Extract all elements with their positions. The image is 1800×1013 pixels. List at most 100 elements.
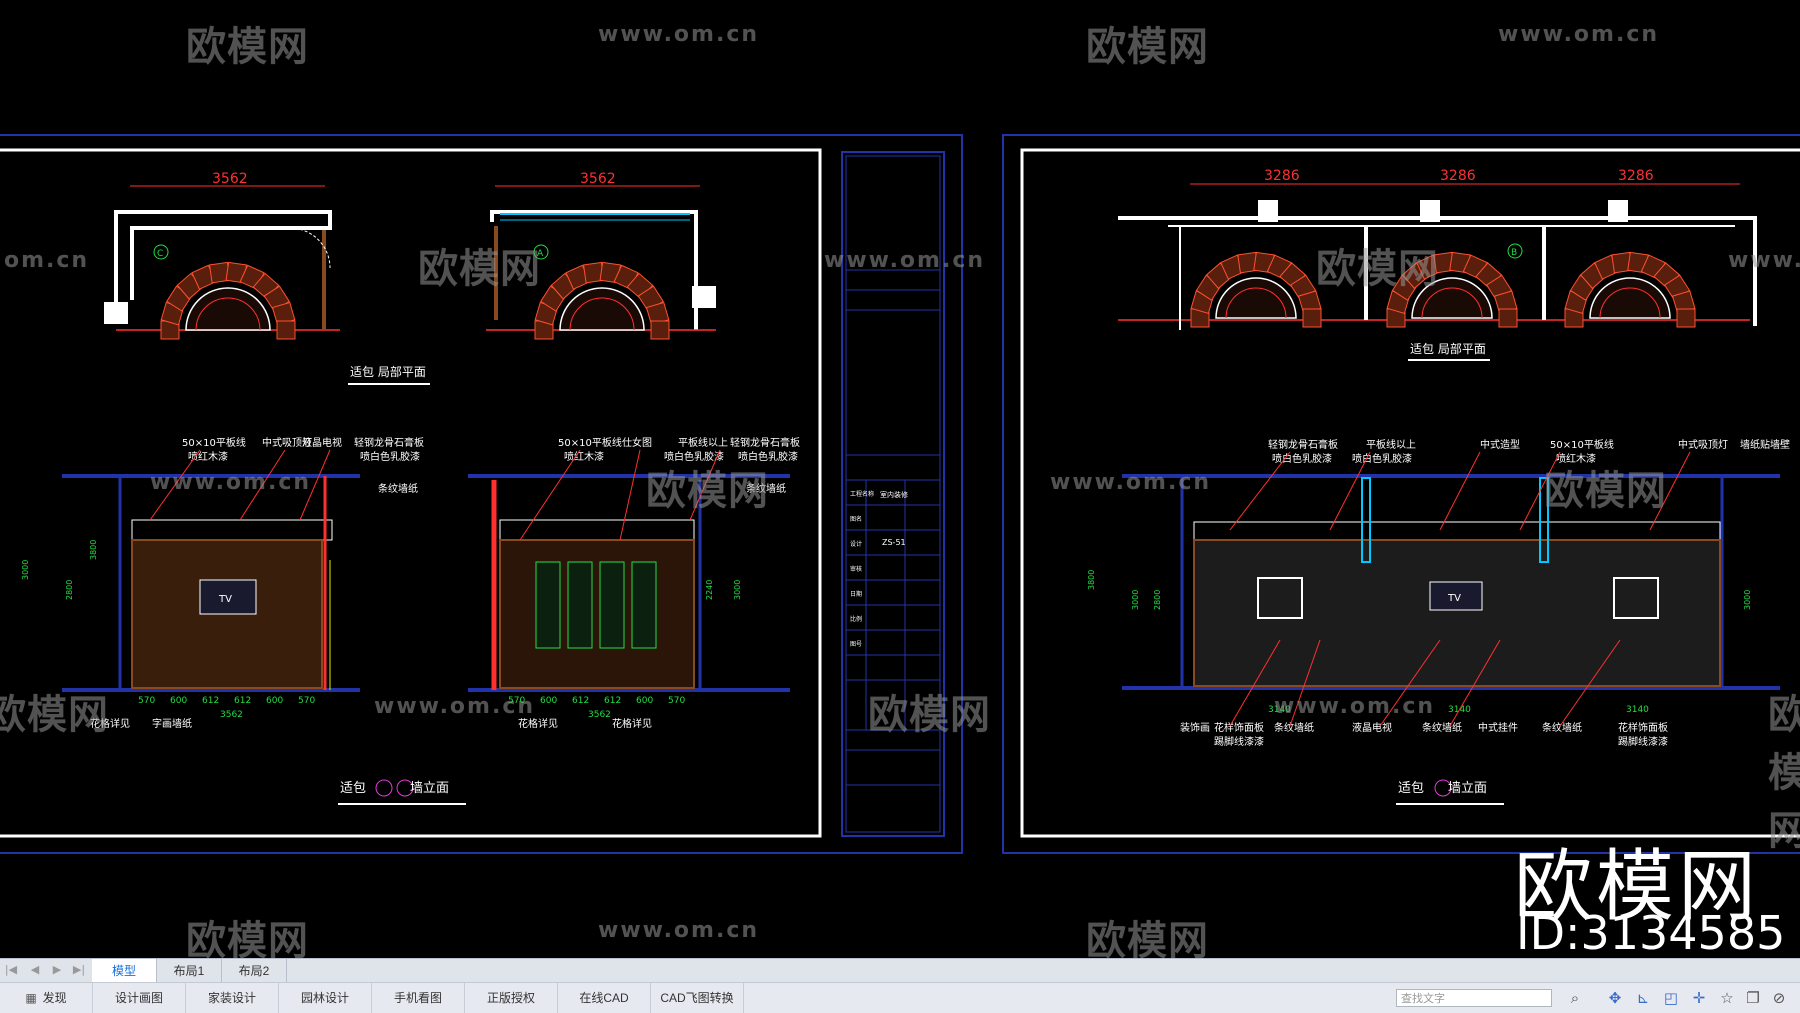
dim-l1-3: 612 bbox=[234, 696, 251, 706]
left-elevation-title-suffix: 墙立面 bbox=[410, 781, 449, 796]
leader-line bbox=[1229, 451, 1291, 531]
note-right-top-0: 轻钢龙骨石膏板 bbox=[1268, 438, 1338, 451]
note-left-3: 液晶电视 bbox=[302, 436, 342, 449]
note-right-bottom-8: 花样饰面板 bbox=[1618, 721, 1668, 734]
height-left-2: 3800 bbox=[89, 540, 98, 560]
mark-c: C bbox=[157, 249, 163, 259]
dim-top-2: 3562 bbox=[580, 171, 616, 187]
note-right-top-3: 喷白色乳胶漆 bbox=[1352, 452, 1412, 465]
prev-tab-icon[interactable]: ◀ bbox=[28, 963, 42, 977]
leader-line bbox=[519, 449, 581, 541]
tv-label-left: TV bbox=[218, 594, 232, 605]
toolbar-item-mobile-view[interactable]: 手机看图 bbox=[372, 983, 465, 1013]
note-left2-7: 条纹墙纸 bbox=[746, 482, 786, 495]
leader-line bbox=[619, 449, 641, 541]
cad-drawing[interactable]: 室内装修 ZS-51 3562 C 3562 A 适包 局部平面 TV 适包 墙… bbox=[0, 0, 1800, 958]
round-dining-table bbox=[534, 261, 670, 340]
note-left-0: 50×10平板线 bbox=[182, 436, 246, 449]
model-id-text: ID:3134585 bbox=[1516, 906, 1786, 958]
dim-l2-1: 600 bbox=[540, 696, 557, 706]
dim-l1-2: 612 bbox=[202, 696, 219, 706]
dim-top-1: 3562 bbox=[212, 171, 248, 187]
round-dining-table bbox=[1190, 251, 1322, 328]
title-block-project: 室内装修 bbox=[880, 490, 908, 499]
round-dining-table bbox=[1564, 251, 1696, 328]
height-right-1: 3000 bbox=[1131, 590, 1140, 610]
title-block-row-2: 设计 bbox=[850, 540, 862, 548]
favorite-icon[interactable]: ☆ bbox=[1718, 989, 1736, 1007]
note-right-bottom-5: 条纹墙纸 bbox=[1422, 721, 1462, 734]
dim-right-bottom-2: 3140 bbox=[1626, 705, 1649, 715]
tab-model[interactable]: 模型 bbox=[92, 959, 157, 983]
note-right-top-4: 中式造型 bbox=[1480, 438, 1520, 451]
leader-line bbox=[239, 449, 286, 521]
note-right-bottom-9: 踢脚线漆漆 bbox=[1618, 735, 1668, 748]
toolbar-item-online-cad[interactable]: 在线CAD bbox=[558, 983, 651, 1013]
bottom-toolbar: ▦ 发现 设计画图 家装设计 园林设计 手机看图 正版授权 在线CAD CAD飞图… bbox=[0, 982, 1800, 1013]
title-block-row-0: 工程名称 bbox=[850, 490, 874, 498]
leader-line bbox=[1329, 451, 1371, 531]
next-tab-icon[interactable]: ▶ bbox=[50, 963, 64, 977]
height-right-0: 3800 bbox=[1087, 570, 1096, 590]
find-text-input[interactable]: 查找文字 bbox=[1396, 989, 1552, 1007]
snap-icon[interactable]: ✥ bbox=[1606, 989, 1624, 1007]
dim-sum-2: 3562 bbox=[588, 710, 611, 720]
toolbar-item-cad-convert[interactable]: CAD飞图转换 bbox=[651, 983, 744, 1013]
note-right-top-6: 喷红木漆 bbox=[1556, 452, 1596, 465]
note-right-top-5: 50×10平板线 bbox=[1550, 438, 1614, 451]
note-left-5: 喷白色乳胶漆 bbox=[360, 450, 420, 463]
layers-icon[interactable]: ❐ bbox=[1744, 989, 1762, 1007]
measure-icon[interactable]: ◰ bbox=[1662, 989, 1680, 1007]
round-dining-table bbox=[1386, 251, 1518, 328]
drawing-border-right bbox=[1020, 148, 1800, 838]
height-right-2: 2800 bbox=[1153, 590, 1162, 610]
height-left-0: 3000 bbox=[21, 560, 30, 580]
dim-l1-1: 600 bbox=[170, 696, 187, 706]
note-left2-6: 喷白色乳胶漆 bbox=[738, 450, 798, 463]
crosshair-icon[interactable]: ✛ bbox=[1690, 989, 1708, 1007]
note-left-1: 喷红木漆 bbox=[188, 450, 228, 463]
tab-layout1[interactable]: 布局1 bbox=[157, 959, 222, 983]
dim-sum-1: 3562 bbox=[220, 710, 243, 720]
left-elevation-1: TV bbox=[62, 474, 360, 692]
dim-l2-4: 600 bbox=[636, 696, 653, 706]
cad-drawing-canvas[interactable]: 室内装修 ZS-51 3562 C 3562 A 适包 局部平面 TV 适包 墙… bbox=[0, 0, 1800, 958]
height-left-4: 3000 bbox=[733, 580, 742, 600]
height-left-1: 2800 bbox=[65, 580, 74, 600]
toolbar-item-design-drawing[interactable]: 设计画图 bbox=[93, 983, 186, 1013]
discover-button[interactable]: ▦ 发现 bbox=[0, 983, 93, 1013]
sheet-frame-left bbox=[0, 134, 963, 854]
note-right-top-8: 墙纸贴墙壁 bbox=[1740, 438, 1790, 451]
search-icon[interactable]: ⌕ bbox=[1566, 989, 1584, 1007]
dim-l2-2: 612 bbox=[572, 696, 589, 706]
note-right-bottom-2: 踢脚线漆漆 bbox=[1214, 735, 1264, 748]
first-tab-icon[interactable]: |◀ bbox=[4, 963, 18, 977]
last-tab-icon[interactable]: ▶| bbox=[72, 963, 86, 977]
dim-right-top-1: 3286 bbox=[1440, 168, 1476, 184]
toolbar-item-landscape-design[interactable]: 园林设计 bbox=[279, 983, 372, 1013]
dim-l1-0: 570 bbox=[138, 696, 155, 706]
left-plan-title: 适包 局部平面 bbox=[350, 364, 426, 379]
note-right-bottom-3: 条纹墙纸 bbox=[1274, 721, 1314, 734]
tab-layout2[interactable]: 布局2 bbox=[222, 959, 287, 983]
dim-right-bottom-0: 3140 bbox=[1268, 705, 1291, 715]
link-icon[interactable]: ⊘ bbox=[1770, 989, 1788, 1007]
right-plan-title: 适包 局部平面 bbox=[1410, 341, 1486, 356]
title-block-row-3: 审核 bbox=[850, 565, 862, 573]
title-block-row-4: 日期 bbox=[850, 590, 862, 598]
ortho-icon[interactable]: ⊾ bbox=[1634, 989, 1652, 1007]
title-block-row-1: 图名 bbox=[850, 515, 862, 523]
dim-l2-3: 612 bbox=[604, 696, 621, 706]
title-block-row-6: 图号 bbox=[850, 641, 862, 648]
tv-label-right: TV bbox=[1447, 593, 1461, 604]
note-right-bottom-6: 中式挂件 bbox=[1478, 721, 1518, 734]
note-left-8: 字画墙纸 bbox=[152, 717, 192, 730]
dim-right-top-2: 3286 bbox=[1618, 168, 1654, 184]
toolbar-item-home-design[interactable]: 家装设计 bbox=[186, 983, 279, 1013]
dim-right-top-0: 3286 bbox=[1264, 168, 1300, 184]
dim-l2-0: 570 bbox=[508, 696, 525, 706]
note-right-bottom-0: 装饰画 bbox=[1180, 721, 1210, 734]
left-elevation-title: 适包 bbox=[340, 781, 366, 796]
toolbar-item-license[interactable]: 正版授权 bbox=[465, 983, 558, 1013]
leader-line bbox=[149, 449, 201, 521]
